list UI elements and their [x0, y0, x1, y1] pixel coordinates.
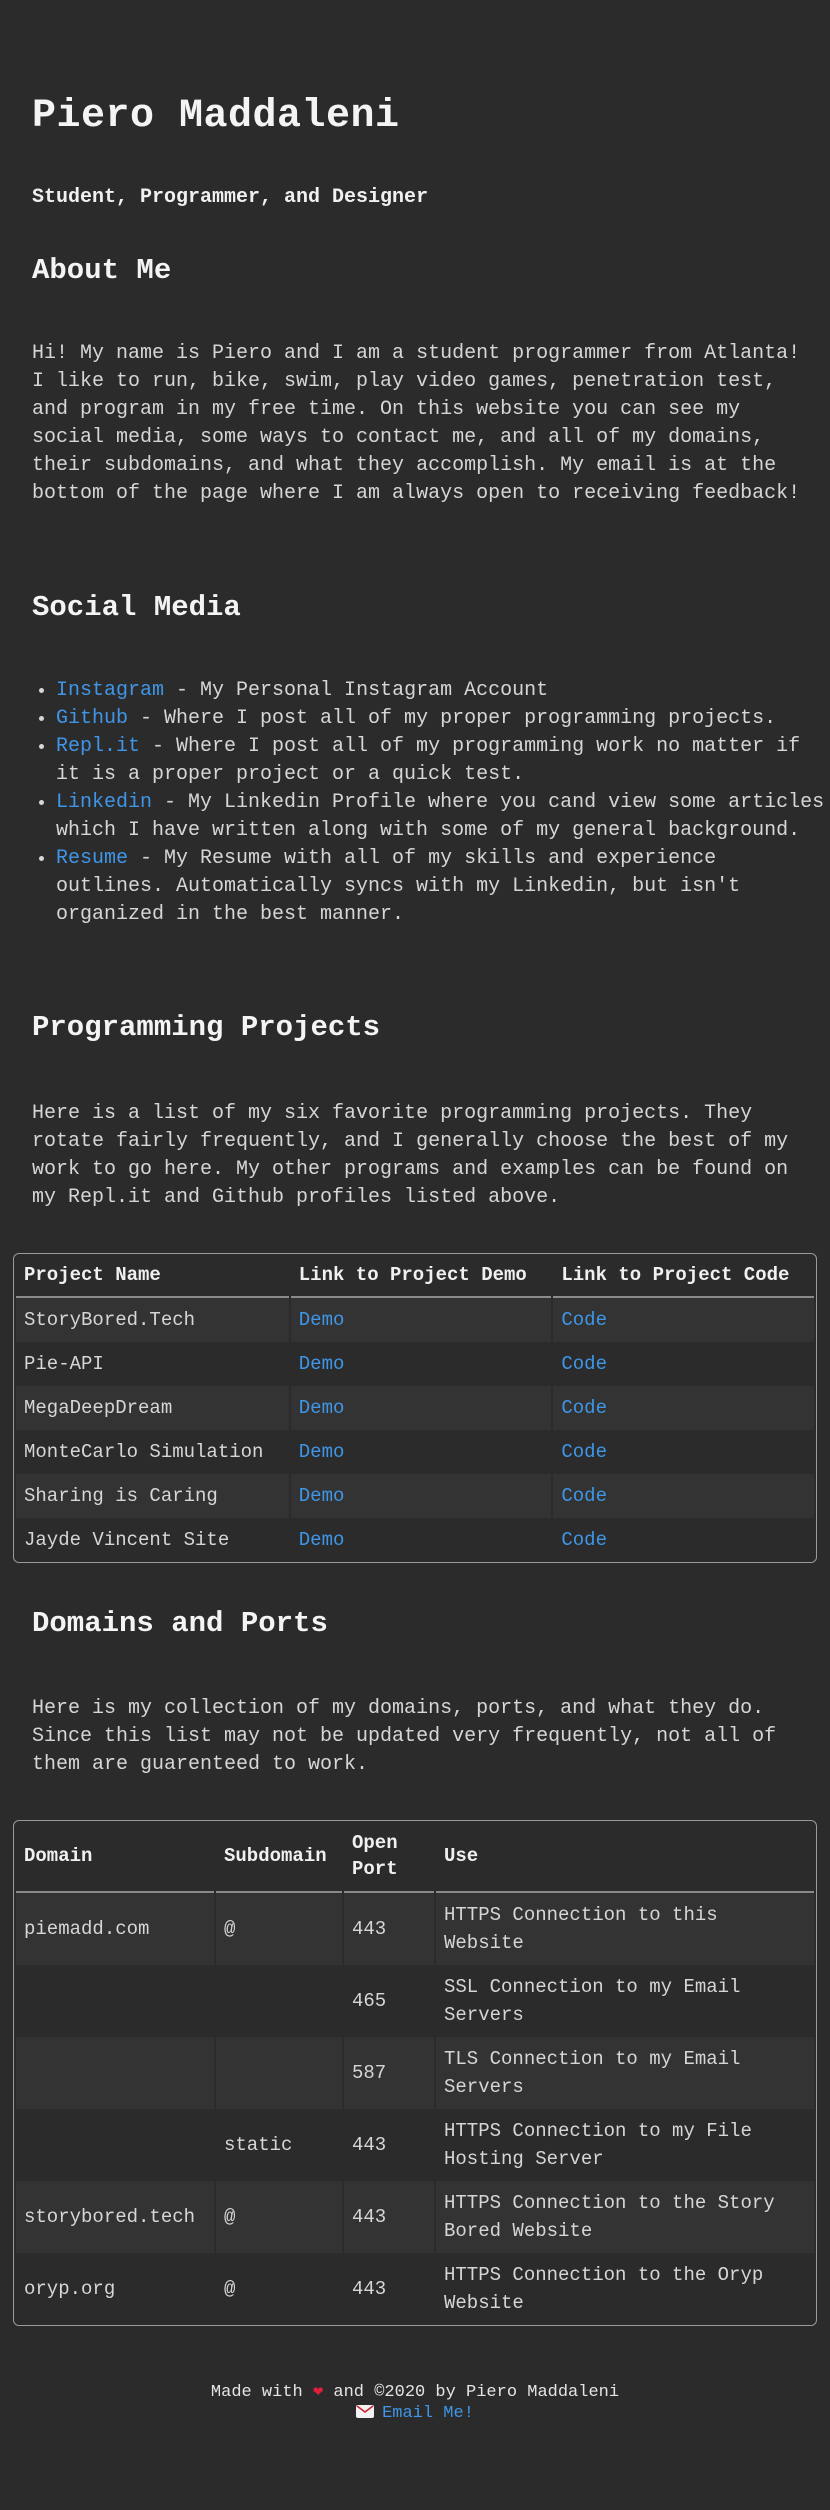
domains-text: Here is my collection of my domains, por…: [32, 1697, 777, 1776]
domain-cell: [16, 1965, 214, 2037]
list-item: Repl.it - Where I post all of my program…: [56, 733, 826, 789]
column-header: Project Name: [16, 1254, 289, 1298]
replit-link[interactable]: Repl.it: [56, 735, 140, 758]
project-name: MonteCarlo Simulation: [16, 1430, 289, 1474]
tagline: Student, Programmer, and Designer: [32, 186, 429, 209]
code-link[interactable]: Code: [561, 1529, 607, 1551]
subdomain-cell: @: [216, 2253, 342, 2325]
use-cell: HTTPS Connection to the Oryp Website: [436, 2253, 814, 2325]
social-list: Instagram - My Personal Instagram Accoun…: [32, 677, 826, 929]
resume-link[interactable]: Resume: [56, 847, 128, 870]
github-link[interactable]: Github: [56, 707, 128, 730]
about-heading: About Me: [32, 254, 172, 287]
about-text: Hi! My name is Piero and I am a student …: [32, 342, 801, 505]
domains-table: Domain Subdomain Open Port Use piemadd.c…: [13, 1820, 817, 2326]
table-row: 587 TLS Connection to my Email Servers: [16, 2037, 814, 2109]
port-cell: 443: [344, 2109, 434, 2181]
page-title: Piero Maddaleni: [32, 94, 400, 139]
table-row: oryp.org @ 443 HTTPS Connection to the O…: [16, 2253, 814, 2325]
domain-cell: piemadd.com: [16, 1893, 214, 1965]
made-with-text: Made with: [210, 2383, 303, 2402]
table-row: StoryBored.Tech Demo Code: [16, 1298, 814, 1342]
code-link[interactable]: Code: [561, 1309, 607, 1331]
instagram-link[interactable]: Instagram: [56, 679, 164, 702]
envelope-icon: [356, 2405, 375, 2418]
list-item: Linkedin - My Linkedin Profile where you…: [56, 789, 826, 845]
demo-link[interactable]: Demo: [299, 1485, 345, 1507]
use-cell: HTTPS Connection to the Story Bored Webs…: [436, 2181, 814, 2253]
social-heading: Social Media: [32, 591, 241, 624]
port-cell: 443: [344, 1893, 434, 1965]
demo-link[interactable]: Demo: [299, 1529, 345, 1551]
subdomain-cell: @: [216, 2181, 342, 2253]
table-row: Jayde Vincent Site Demo Code: [16, 1518, 814, 1562]
domains-heading: Domains and Ports: [32, 1607, 328, 1640]
list-item-desc: - My Linkedin Profile where you cand vie…: [56, 791, 825, 842]
list-item: Instagram - My Personal Instagram Accoun…: [56, 677, 826, 705]
table-row: piemadd.com @ 443 HTTPS Connection to th…: [16, 1893, 814, 1965]
list-item: Resume - My Resume with all of my skills…: [56, 845, 826, 929]
table-row: static 443 HTTPS Connection to my File H…: [16, 2109, 814, 2181]
project-name: Sharing is Caring: [16, 1474, 289, 1518]
column-header: Open Port: [344, 1821, 434, 1893]
list-item: Github - Where I post all of my proper p…: [56, 705, 826, 733]
credit-text: and ©2020 by Piero Maddaleni: [333, 2383, 620, 2402]
code-link[interactable]: Code: [561, 1397, 607, 1419]
list-item-desc: - My Personal Instagram Account: [164, 679, 549, 702]
port-cell: 443: [344, 2181, 434, 2253]
table-row: Sharing is Caring Demo Code: [16, 1474, 814, 1518]
linkedin-link[interactable]: Linkedin: [56, 791, 152, 814]
subdomain-cell: @: [216, 1893, 342, 1965]
table-row: Pie-API Demo Code: [16, 1342, 814, 1386]
subdomain-cell: [216, 2037, 342, 2109]
column-header: Domain: [16, 1821, 214, 1893]
demo-link[interactable]: Demo: [299, 1309, 345, 1331]
code-link[interactable]: Code: [561, 1485, 607, 1507]
list-item-desc: - My Resume with all of my skills and ex…: [56, 847, 741, 926]
table-row: MonteCarlo Simulation Demo Code: [16, 1430, 814, 1474]
port-cell: 465: [344, 1965, 434, 2037]
projects-heading: Programming Projects: [32, 1011, 381, 1044]
column-header: Subdomain: [216, 1821, 342, 1893]
code-link[interactable]: Code: [561, 1441, 607, 1463]
table-row: 465 SSL Connection to my Email Servers: [16, 1965, 814, 2037]
use-cell: SSL Connection to my Email Servers: [436, 1965, 814, 2037]
footer-credit: Made with ❤ and ©2020 by Piero Maddaleni: [0, 2381, 830, 2402]
column-header: Link to Project Code: [553, 1254, 814, 1298]
domain-cell: [16, 2109, 214, 2181]
project-name: Jayde Vincent Site: [16, 1518, 289, 1562]
demo-link[interactable]: Demo: [299, 1441, 345, 1463]
project-name: Pie-API: [16, 1342, 289, 1386]
project-name: MegaDeepDream: [16, 1386, 289, 1430]
column-header: Use: [436, 1821, 814, 1893]
code-link[interactable]: Code: [561, 1353, 607, 1375]
use-cell: TLS Connection to my Email Servers: [436, 2037, 814, 2109]
table-row: storybored.tech @ 443 HTTPS Connection t…: [16, 2181, 814, 2253]
projects-text: Here is a list of my six favorite progra…: [32, 1102, 789, 1209]
port-cell: 443: [344, 2253, 434, 2325]
demo-link[interactable]: Demo: [299, 1353, 345, 1375]
heart-icon: ❤: [312, 2383, 324, 2402]
list-item-desc: - Where I post all of my programming wor…: [56, 735, 801, 786]
projects-table: Project Name Link to Project Demo Link t…: [13, 1253, 817, 1563]
subdomain-cell: [216, 1965, 342, 2037]
subdomain-cell: static: [216, 2109, 342, 2181]
column-header: Link to Project Demo: [290, 1254, 552, 1298]
table-row: MegaDeepDream Demo Code: [16, 1386, 814, 1430]
use-cell: HTTPS Connection to my File Hosting Serv…: [436, 2109, 814, 2181]
domain-cell: [16, 2037, 214, 2109]
email-link[interactable]: Email Me!: [382, 2404, 474, 2423]
project-name: StoryBored.Tech: [16, 1298, 289, 1342]
use-cell: HTTPS Connection to this Website: [436, 1893, 814, 1965]
list-item-desc: - Where I post all of my proper programm…: [128, 707, 777, 730]
footer-email: Email Me!: [0, 2404, 830, 2423]
domain-cell: storybored.tech: [16, 2181, 214, 2253]
port-cell: 587: [344, 2037, 434, 2109]
domain-cell: oryp.org: [16, 2253, 214, 2325]
demo-link[interactable]: Demo: [299, 1397, 345, 1419]
